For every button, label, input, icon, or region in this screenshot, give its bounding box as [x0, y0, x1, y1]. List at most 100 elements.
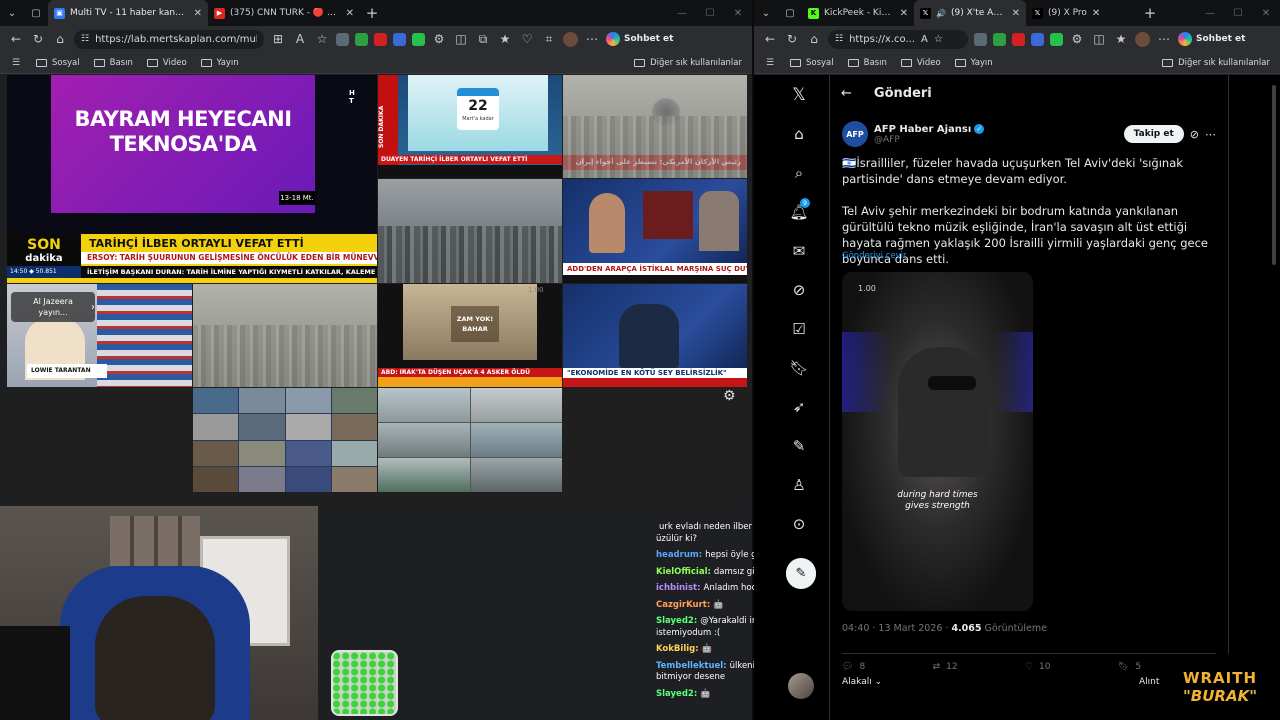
browser-essentials-icon[interactable]: ♡ — [519, 31, 535, 47]
translate-post-link[interactable]: Gönderiyi çevir — [842, 251, 907, 261]
tab-cnn-turk[interactable]: ▶ (375) CNN TÜRK - 🔴 Canlı Yayın ✕ — [208, 0, 360, 26]
read-aloud-icon[interactable]: A — [921, 34, 928, 45]
notifications-bell-icon[interactable]: 🔔︎ 9 — [789, 198, 810, 222]
reply-button[interactable]: 💬︎ 8 — [842, 662, 865, 672]
back-arrow-icon[interactable]: ← — [841, 86, 852, 101]
back-icon[interactable]: ← — [762, 31, 778, 47]
site-info-icon[interactable]: ☷ — [81, 34, 89, 44]
maximize-icon[interactable]: ☐ — [1224, 8, 1252, 19]
tab-kickpeek[interactable]: K KickPeek - Kick.com ✕ — [802, 0, 914, 26]
kick-extension-icon[interactable] — [412, 32, 425, 46]
other-favorites[interactable]: Diğer sık kullanılanlar — [1162, 58, 1270, 68]
reply-sort-dropdown[interactable]: Alakalı ⌄ — [842, 677, 882, 687]
grok-explain-icon[interactable]: ⊘ — [1190, 128, 1199, 141]
floating-compose-button[interactable]: ✎ — [786, 558, 816, 588]
x-logo-icon[interactable]: 𝕏 — [789, 85, 809, 105]
bookmarks-menu-icon[interactable]: ☰ — [10, 57, 22, 69]
home-nav-icon[interactable]: ⌂ — [789, 124, 809, 144]
afp-avatar[interactable]: AFP — [842, 121, 868, 147]
tab-actions-icon[interactable]: ⌄ — [754, 0, 778, 26]
tile-economy[interactable]: "EKONOMİDE EN KÖTÜ SEY BELİRSİZLİK" — [563, 284, 747, 387]
new-tab-icon[interactable]: + — [360, 4, 384, 22]
tile-camera-wall-2[interactable] — [378, 388, 562, 492]
tab-multitv[interactable]: ▣ Multi TV - 11 haber kanalını aynı anda… — [48, 0, 208, 26]
bookmark-folder-basin[interactable]: Basın — [847, 58, 887, 68]
extension-4-icon[interactable] — [393, 32, 406, 46]
tile-calendar[interactable]: SON DAKİKA 22 Mart'a kadar DUAYEN TARİHÇ… — [378, 75, 562, 178]
tile-ilber-news[interactable]: SON dakika TARİHÇİ İLBER ORTAYLI VEFAT E… — [7, 234, 377, 283]
favorite-star-icon[interactable]: ☆ — [934, 34, 943, 45]
more-options-icon[interactable]: ⋯ — [1205, 128, 1216, 141]
extension-2-icon[interactable] — [355, 32, 368, 46]
bookmark-button[interactable]: 🔖︎ 5 — [1118, 662, 1141, 672]
bookmarks-icon[interactable]: 🔖︎ — [789, 358, 809, 378]
close-tab-icon[interactable]: ✕ — [194, 8, 202, 19]
tile-teknosa[interactable]: BAYRAM HEYECANI TEKNOSA'DA 13-18 Mt. HT — [7, 75, 377, 234]
follow-button[interactable]: Takip et — [1123, 125, 1184, 143]
extension-1-icon[interactable] — [336, 32, 349, 46]
tile-camera-wall-1[interactable] — [193, 388, 377, 492]
downloads-icon[interactable]: ⌗ — [541, 31, 557, 47]
tab-x-pro[interactable]: 𝕏 (9) X Pro ✕ — [1026, 0, 1138, 26]
collections-icon[interactable]: ⧉ — [475, 31, 491, 47]
new-tab-icon[interactable]: + — [1138, 4, 1162, 22]
bookmark-folder-yayin[interactable]: Yayın — [200, 58, 239, 68]
refresh-icon[interactable]: ↻ — [784, 31, 800, 47]
audio-playing-icon[interactable]: 🔊 — [936, 9, 946, 18]
close-tab-icon[interactable]: ✕ — [346, 8, 354, 19]
home-icon[interactable]: ⌂ — [52, 31, 68, 47]
workspaces-icon[interactable]: ▢ — [24, 0, 48, 26]
tab-actions-icon[interactable]: ⌄ — [0, 0, 24, 26]
other-favorites[interactable]: Diğer sık kullanılanlar — [634, 58, 742, 68]
close-tab-icon[interactable]: ✕ — [900, 8, 908, 19]
copilot-button[interactable]: Sohbet et — [1178, 32, 1245, 46]
extension-3-icon[interactable] — [1012, 32, 1025, 46]
bookmark-folder-video[interactable]: Video — [900, 58, 941, 68]
extensions-icon[interactable]: ⚙ — [1069, 31, 1085, 47]
profile-avatar[interactable] — [1135, 31, 1150, 47]
scrollbar[interactable] — [1272, 85, 1276, 265]
minimize-icon[interactable]: — — [668, 8, 696, 19]
more-circle-icon[interactable]: ⊙ — [789, 514, 809, 534]
close-window-icon[interactable]: ✕ — [724, 8, 752, 19]
articles-icon[interactable]: ✎ — [789, 436, 809, 456]
like-button[interactable]: ♡ 10 — [1025, 662, 1051, 672]
grok-icon[interactable]: ⊘ — [789, 280, 809, 300]
back-icon[interactable]: ← — [8, 31, 24, 47]
jobs-rocket-icon[interactable]: ➶ — [789, 397, 809, 417]
author-name-row[interactable]: AFP Haber Ajansı ✓ — [874, 124, 985, 135]
home-icon[interactable]: ⌂ — [806, 31, 822, 47]
tile-aljazeera[interactable]: Al Jazeera yayın... › LOWIE TARANTAN — [7, 284, 192, 387]
address-bar[interactable]: ☷ https://x.co... A ☆ — [828, 29, 968, 49]
extension-2-icon[interactable] — [993, 32, 1006, 46]
app-available-icon[interactable]: ⊞ — [270, 31, 286, 47]
tile-studio-add[interactable]: ADD'DEN ARAPÇA İSTİKLAL MARŞINA SUÇ DUYU… — [563, 179, 747, 283]
close-tab-icon[interactable]: ✕ — [1012, 8, 1020, 19]
favorites-icon[interactable]: ★ — [1113, 31, 1129, 47]
more-menu-icon[interactable]: ⋯ — [584, 31, 600, 47]
explore-search-icon[interactable]: ⌕ — [789, 163, 809, 183]
maximize-icon[interactable]: ☐ — [696, 8, 724, 19]
account-avatar[interactable] — [788, 673, 814, 699]
settings-gear-icon[interactable]: ⚙ — [723, 388, 736, 404]
minimize-icon[interactable]: — — [1196, 8, 1224, 19]
bookmark-folder-sosyal[interactable]: Sosyal — [790, 58, 834, 68]
extensions-icon[interactable]: ⚙ — [431, 31, 447, 47]
repost-button[interactable]: ⇄ 12 — [933, 662, 958, 672]
copilot-button[interactable]: Sohbet et — [606, 32, 673, 46]
extension-1-icon[interactable] — [974, 32, 987, 46]
bookmark-folder-basin[interactable]: Basın — [93, 58, 133, 68]
favorites-icon[interactable]: ★ — [497, 31, 513, 47]
site-info-icon[interactable]: ☷ — [835, 34, 843, 44]
tile-hazy-city[interactable] — [193, 284, 377, 387]
bookmarks-menu-icon[interactable]: ☰ — [764, 57, 776, 69]
extension-4-icon[interactable] — [1031, 32, 1044, 46]
kick-extension-icon[interactable] — [1050, 32, 1063, 46]
read-aloud-icon[interactable]: A — [292, 31, 308, 47]
split-screen-icon[interactable]: ◫ — [1091, 31, 1107, 47]
close-window-icon[interactable]: ✕ — [1252, 8, 1280, 19]
tile-zam-yok[interactable]: ZAM YOK! BAHAR 1.00 ABD: IRAK'TA DÜŞEN U… — [378, 284, 562, 387]
close-tab-icon[interactable]: ✕ — [1092, 8, 1100, 19]
chevron-right-icon[interactable]: › — [91, 302, 95, 313]
profile-icon[interactable]: ♙ — [789, 475, 809, 495]
